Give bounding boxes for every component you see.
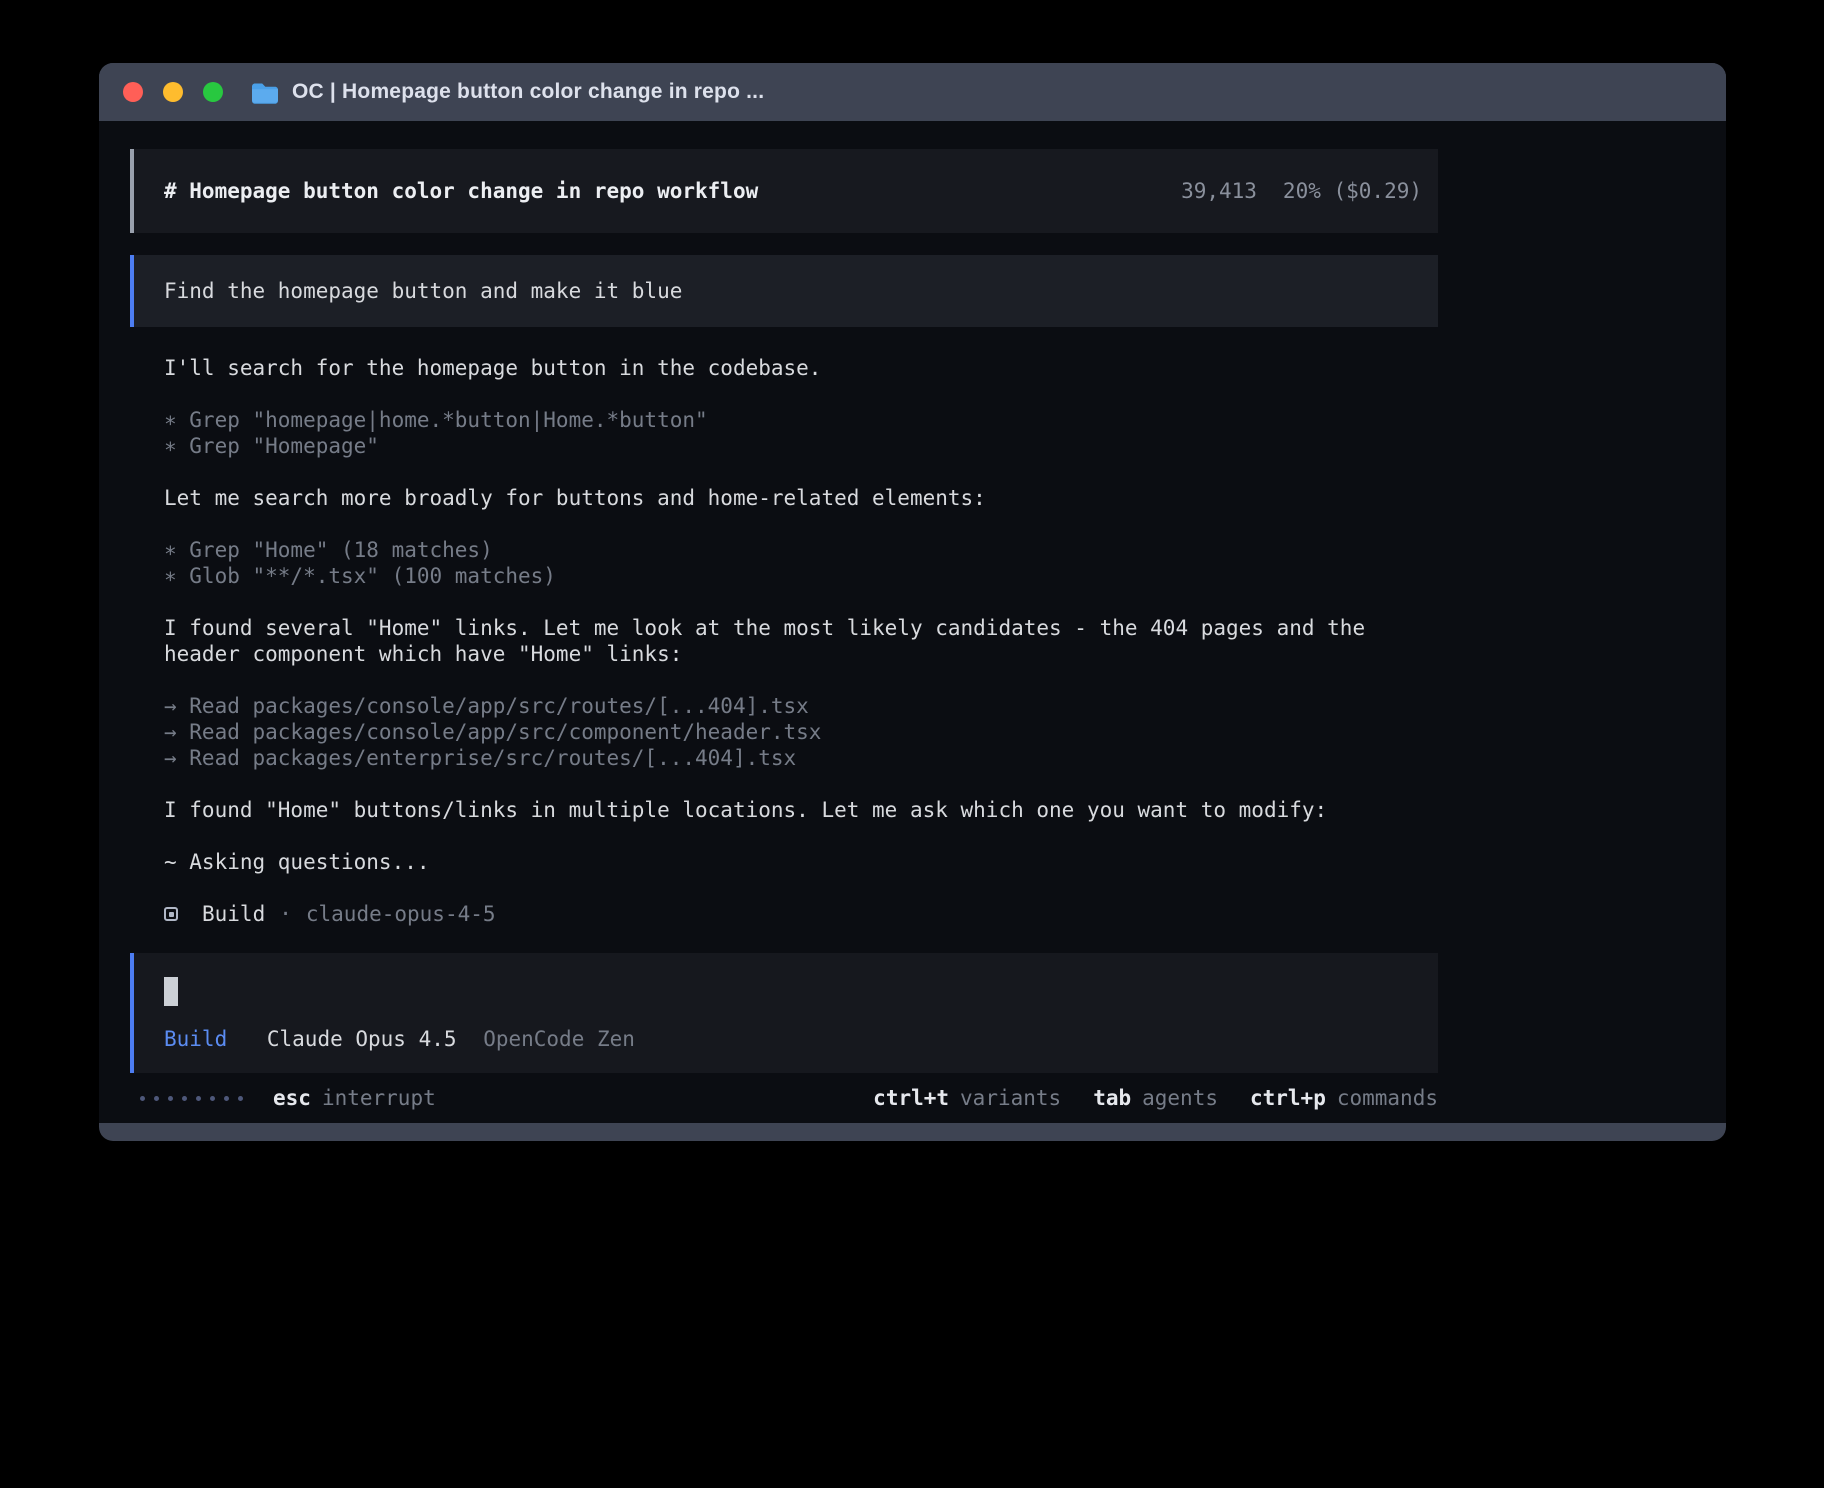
model-status-line: Build Claude Opus 4.5 OpenCode Zen [164, 1027, 1408, 1051]
assistant-transcript: I'll search for the homepage button in t… [130, 355, 1438, 927]
terminal-content: # Homepage button color change in repo w… [99, 121, 1726, 1123]
assistant-text: I found "Home" buttons/links in multiple… [164, 797, 1438, 823]
tool-call-group: ∗ Grep "Home" (18 matches) ∗ Glob "**/*.… [164, 537, 1438, 589]
assistant-text: Let me search more broadly for buttons a… [164, 485, 1438, 511]
activity-dot [196, 1096, 201, 1101]
agent-icon [164, 907, 178, 921]
assistant-text: I'll search for the homepage button in t… [164, 355, 1438, 381]
activity-dot [140, 1096, 145, 1101]
minimize-button[interactable] [163, 82, 183, 102]
activity-dot [210, 1096, 215, 1101]
token-count: 39,413 [1181, 179, 1257, 203]
tab-key-hint: tab [1093, 1086, 1131, 1110]
model-name: Claude Opus 4.5 [267, 1027, 457, 1051]
agent-mode-label: Build [164, 1027, 227, 1051]
tool-call-glob: ∗ Glob "**/*.tsx" (100 matches) [164, 563, 1438, 589]
user-message: Find the homepage button and make it blu… [130, 255, 1438, 327]
agent-model: claude-opus-4-5 [306, 901, 496, 927]
folder-icon [251, 81, 279, 104]
window-title: OC | Homepage button color change in rep… [292, 80, 764, 104]
close-button[interactable] [123, 82, 143, 102]
window-titlebar[interactable]: OC | Homepage button color change in rep… [99, 63, 1726, 121]
esc-hint: esc interrupt [273, 1086, 436, 1110]
assistant-paragraph: Let me search more broadly for buttons a… [164, 485, 1438, 511]
status-bar: esc interrupt ctrl+t variants tab agents… [130, 1083, 1438, 1113]
variants-label: variants [960, 1086, 1061, 1110]
activity-dot [224, 1096, 229, 1101]
model-provider: OpenCode Zen [483, 1027, 635, 1051]
tool-call-read: → Read packages/console/app/src/componen… [164, 719, 1438, 745]
commands-hint: ctrl+p commands [1250, 1086, 1438, 1110]
session-header: # Homepage button color change in repo w… [130, 149, 1438, 233]
variants-hint: ctrl+t variants [873, 1086, 1061, 1110]
session-title: # Homepage button color change in repo w… [164, 179, 758, 203]
agent-separator: · [279, 901, 292, 927]
assistant-paragraph: I found several "Home" links. Let me loo… [164, 615, 1438, 667]
status-bar-left: esc interrupt [140, 1086, 436, 1110]
session-stats: 39,413 20% ($0.29) [1181, 179, 1422, 203]
text-cursor [164, 977, 178, 1006]
ctrl-p-key-hint: ctrl+p [1250, 1086, 1326, 1110]
tui-column: # Homepage button color change in repo w… [130, 149, 1438, 1113]
tool-call-group: → Read packages/console/app/src/routes/[… [164, 693, 1438, 771]
zoom-button[interactable] [203, 82, 223, 102]
tool-call-grep: ∗ Grep "Home" (18 matches) [164, 537, 1438, 563]
activity-dot [182, 1096, 187, 1101]
traffic-lights [123, 82, 223, 102]
status-line: ~ Asking questions... [164, 849, 1438, 875]
ctrl-t-key-hint: ctrl+t [873, 1086, 949, 1110]
esc-action-label: interrupt [322, 1086, 436, 1110]
tool-call-grep: ∗ Grep "homepage|home.*button|Home.*butt… [164, 407, 1438, 433]
tool-call-group: ∗ Grep "homepage|home.*button|Home.*butt… [164, 407, 1438, 459]
agents-hint: tab agents [1093, 1086, 1218, 1110]
tool-call-read: → Read packages/enterprise/src/routes/[.… [164, 745, 1438, 771]
terminal-window: OC | Homepage button color change in rep… [99, 63, 1726, 1141]
activity-dot [168, 1096, 173, 1101]
user-message-text: Find the homepage button and make it blu… [164, 279, 682, 303]
activity-dots [140, 1096, 243, 1101]
esc-key-hint: esc [273, 1086, 311, 1110]
agent-status-line: Build · claude-opus-4-5 [164, 901, 1438, 927]
assistant-paragraph: I found "Home" buttons/links in multiple… [164, 797, 1438, 823]
prompt-input[interactable]: Build Claude Opus 4.5 OpenCode Zen [130, 953, 1438, 1073]
asking-questions-status: ~ Asking questions... [164, 849, 1438, 875]
agents-label: agents [1142, 1086, 1218, 1110]
activity-dot [238, 1096, 243, 1101]
assistant-text: I found several "Home" links. Let me loo… [164, 615, 1438, 667]
status-bar-right: ctrl+t variants tab agents ctrl+p comman… [873, 1086, 1438, 1110]
assistant-paragraph: I'll search for the homepage button in t… [164, 355, 1438, 381]
tool-call-read: → Read packages/console/app/src/routes/[… [164, 693, 1438, 719]
commands-label: commands [1337, 1086, 1438, 1110]
agent-name: Build [202, 901, 265, 927]
tool-call-grep: ∗ Grep "Homepage" [164, 433, 1438, 459]
context-usage: 20% ($0.29) [1283, 179, 1422, 203]
activity-dot [154, 1096, 159, 1101]
